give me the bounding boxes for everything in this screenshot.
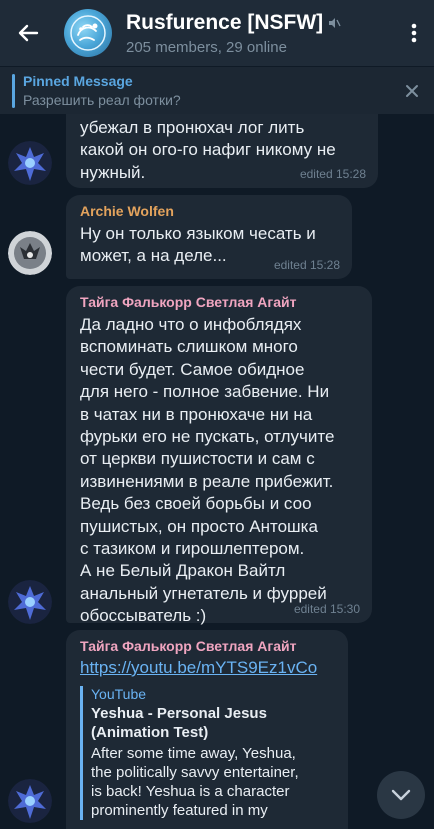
- message-bubble[interactable]: Тайга Фалькорр Светлая Агайт Да ладно чт…: [66, 286, 372, 625]
- wolf-avatar-icon: [8, 231, 52, 275]
- chat-avatar[interactable]: [64, 9, 112, 57]
- group-logo-icon: [70, 15, 106, 51]
- pinned-message-bar[interactable]: Pinned Message Разрешить реал фотки?: [0, 66, 434, 114]
- message-meta: edited 15:28: [299, 167, 366, 181]
- pinned-close-button[interactable]: [390, 84, 434, 98]
- chat-info[interactable]: Rusfurence [NSFW] 205 members, 29 online: [126, 11, 394, 56]
- avatar[interactable]: [8, 580, 52, 624]
- chat-subtitle: 205 members, 29 online: [126, 38, 287, 56]
- message-bubble[interactable]: Archie Wolfen Ну он только языком чесать…: [66, 195, 352, 279]
- chevron-down-icon: [391, 789, 411, 801]
- message-meta: edited 15:30: [293, 602, 360, 616]
- more-vertical-icon: [411, 23, 417, 43]
- dragon-avatar-icon: [8, 141, 52, 185]
- chat-title: Rusfurence [NSFW]: [126, 10, 324, 34]
- menu-button[interactable]: [394, 0, 434, 66]
- chat-header: Rusfurence [NSFW] 205 members, 29 online: [0, 0, 434, 66]
- preview-title: Yeshua - Personal Jesus (Animation Test): [91, 705, 267, 741]
- close-icon: [406, 84, 418, 97]
- muted-speaker-icon: [329, 17, 341, 28]
- message-sender[interactable]: Тайга Фалькорр Светлая Агайт: [80, 638, 336, 654]
- scroll-down-button[interactable]: [377, 771, 425, 819]
- message-link[interactable]: https://youtu.be/mYTS9Ez1vCo: [80, 658, 336, 678]
- message-sender[interactable]: Archie Wolfen: [80, 203, 340, 219]
- preview-site: YouTube: [91, 686, 147, 702]
- pinned-text: Разрешить реал фотки?: [23, 92, 181, 108]
- message-bubble[interactable]: Тайга Фалькорр Светлая Агайт https://you…: [66, 630, 348, 829]
- back-arrow-icon: [18, 24, 39, 42]
- dragon-avatar-icon: [8, 580, 52, 624]
- avatar[interactable]: [8, 231, 52, 275]
- message-bubble[interactable]: убежал в пронюхач лог лить какой он ого-…: [66, 114, 378, 188]
- avatar[interactable]: [8, 141, 52, 185]
- message-sender[interactable]: Тайга Фалькорр Светлая Агайт: [80, 294, 360, 310]
- pinned-indicator: [12, 73, 15, 108]
- message-text: Да ладно что о инфоблядях вспоминать сли…: [80, 315, 335, 626]
- message-meta: edited 15:28: [273, 258, 340, 272]
- link-preview[interactable]: YouTube Yeshua - Personal Jesus (Animati…: [80, 686, 336, 820]
- back-button[interactable]: [0, 0, 56, 66]
- avatar[interactable]: [8, 779, 52, 823]
- dragon-avatar-icon: [8, 779, 52, 823]
- preview-description: After some time away, Yeshua, the politi…: [91, 745, 299, 819]
- pinned-title: Pinned Message: [23, 73, 133, 89]
